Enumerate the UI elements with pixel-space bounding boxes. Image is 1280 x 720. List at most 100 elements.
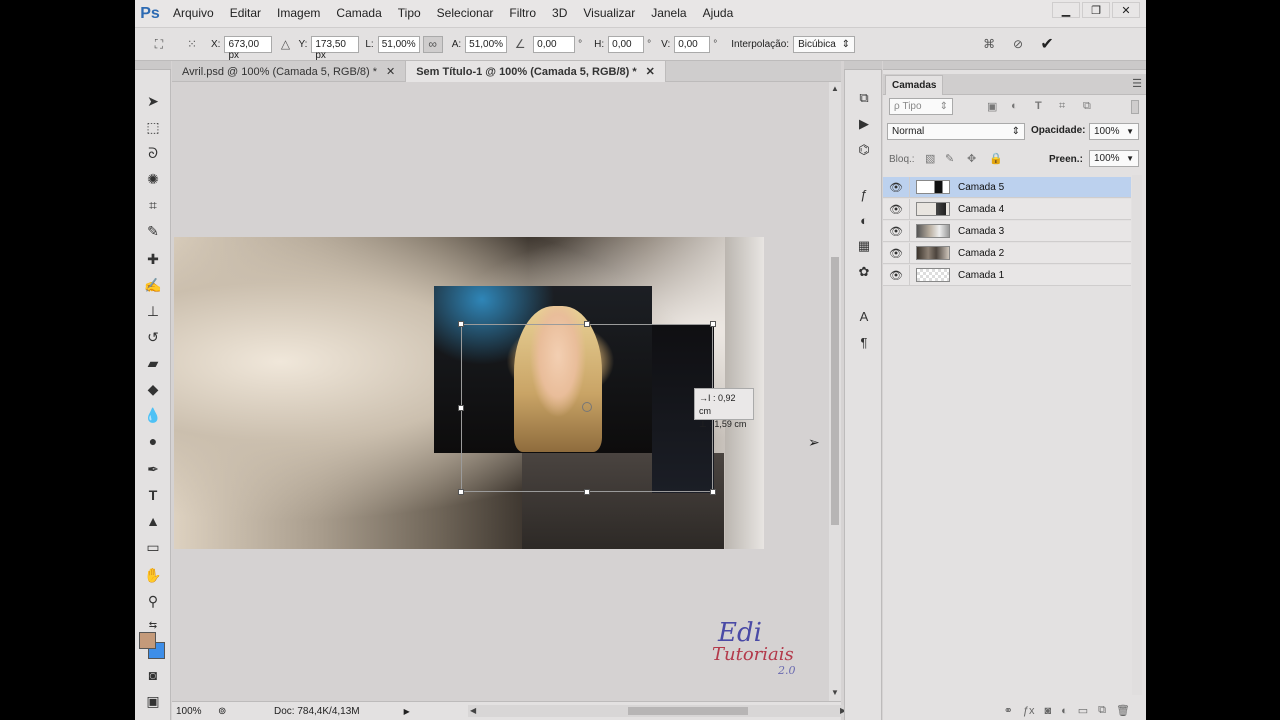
chevron-down-icon[interactable]: ▼ — [1126, 127, 1134, 136]
layer-row[interactable]: 👁 Camada 5 — [883, 176, 1131, 198]
layers-scrollbar[interactable] — [1132, 175, 1142, 695]
quick-select-tool-icon[interactable]: ✺ — [141, 168, 165, 190]
menu-selecionar[interactable]: Selecionar — [429, 0, 502, 27]
layer-name[interactable]: Camada 5 — [958, 182, 1004, 193]
menu-janela[interactable]: Janela — [643, 0, 694, 27]
hand-tool-icon[interactable]: ✋ — [141, 564, 165, 586]
eyedropper-tool-icon[interactable]: ✎ — [141, 220, 165, 242]
stamp-tool-icon[interactable]: ⊥ — [141, 300, 165, 322]
smart-filter-icon[interactable]: ⧉ — [1083, 100, 1091, 113]
lock-position-icon[interactable]: ✥ — [967, 152, 976, 165]
blend-mode-select[interactable]: Normal ⇕ — [887, 123, 1025, 140]
menu-filtro[interactable]: Filtro — [501, 0, 544, 27]
width-field[interactable]: 51,00% — [377, 35, 420, 53]
menu-ajuda[interactable]: Ajuda — [695, 0, 742, 27]
zoom-tool-icon[interactable]: ⚲ — [141, 590, 165, 612]
minimize-icon[interactable]: ▁ — [1052, 2, 1080, 18]
info-panel-icon[interactable]: ⌬ — [854, 140, 874, 160]
horizontal-scrollbar[interactable]: ◀ ▶ — [468, 705, 852, 717]
close-icon[interactable]: ✕ — [1112, 2, 1140, 18]
adjustments-panel-icon[interactable]: ◐ — [854, 210, 874, 230]
brush-tool-icon[interactable]: ✍ — [141, 274, 165, 296]
restore-icon[interactable]: ❐ — [1082, 2, 1110, 18]
scroll-up-icon[interactable]: ▲ — [831, 84, 839, 93]
lock-transparent-icon[interactable]: ▧ — [925, 152, 935, 165]
layer-name[interactable]: Camada 2 — [958, 248, 1004, 259]
menu-visualizar[interactable]: Visualizar — [575, 0, 643, 27]
y-field[interactable]: 173,50 px — [311, 35, 360, 61]
zoom-level[interactable]: 100% — [172, 706, 218, 717]
layer-row[interactable]: 👁 Camada 2 — [883, 242, 1131, 264]
scroll-left-icon[interactable]: ◀ — [470, 706, 476, 715]
menu-imagem[interactable]: Imagem — [269, 0, 328, 27]
cancel-transform-icon[interactable]: ⊘ — [1008, 34, 1028, 54]
transform-handle[interactable] — [458, 489, 464, 495]
menu-3d[interactable]: 3D — [544, 0, 575, 27]
height-field[interactable]: 51,00% — [465, 35, 508, 53]
character-panel-icon[interactable]: A — [854, 306, 874, 326]
visibility-eye-icon[interactable]: 👁 — [883, 247, 909, 260]
type-tool-icon[interactable]: T — [141, 484, 165, 506]
pen-tool-icon[interactable]: ✒ — [141, 458, 165, 480]
menu-tipo[interactable]: Tipo — [390, 0, 429, 27]
delete-layer-icon[interactable]: 🗑 — [1116, 704, 1130, 717]
adjustment-filter-icon[interactable]: ◐ — [1011, 100, 1018, 112]
history-panel-icon[interactable]: ⧉ — [854, 88, 874, 108]
healing-tool-icon[interactable]: ✚ — [141, 248, 165, 270]
add-mask-icon[interactable]: ◙ — [1044, 705, 1051, 717]
transform-handle[interactable] — [584, 489, 590, 495]
visibility-eye-icon[interactable]: 👁 — [883, 203, 909, 216]
move-tool-icon[interactable]: ➤ — [141, 90, 165, 112]
layer-row[interactable]: 👁 Camada 3 — [883, 220, 1131, 242]
paragraph-panel-icon[interactable]: ¶ — [854, 332, 874, 352]
transform-handle[interactable] — [710, 489, 716, 495]
blur-tool-icon[interactable]: 💧 — [141, 404, 165, 426]
opacity-field[interactable]: 100% ▼ — [1089, 123, 1139, 140]
delta-icon[interactable]: △ — [275, 34, 295, 54]
transform-handle[interactable] — [584, 321, 590, 327]
close-icon[interactable]: ✕ — [386, 65, 395, 78]
new-layer-icon[interactable]: ⧉ — [1098, 704, 1106, 717]
visibility-eye-icon[interactable]: 👁 — [883, 181, 909, 194]
swatches-panel-icon[interactable]: ✿ — [854, 262, 874, 282]
lock-all-icon[interactable]: 🔒 — [989, 152, 1003, 165]
actions-panel-icon[interactable]: ▶ — [854, 114, 874, 134]
menu-editar[interactable]: Editar — [222, 0, 269, 27]
menu-camada[interactable]: Camada — [328, 0, 389, 27]
tools-panel-header[interactable] — [135, 61, 171, 70]
status-menu-icon[interactable]: ⊚ — [218, 706, 242, 717]
adjustment-layer-icon[interactable]: ◐ — [1061, 705, 1068, 717]
scroll-thumb[interactable] — [628, 707, 748, 715]
visibility-eye-icon[interactable]: 👁 — [883, 269, 909, 282]
panel-menu-icon[interactable]: ☰ — [1132, 77, 1142, 90]
quick-mask-icon[interactable]: ◙ — [141, 664, 165, 686]
fill-field[interactable]: 100% ▼ — [1089, 150, 1139, 167]
v-skew-field[interactable]: 0,00 — [674, 35, 711, 53]
foreground-color-swatch[interactable] — [139, 632, 156, 649]
transform-handle[interactable] — [458, 321, 464, 327]
vertical-scrollbar[interactable]: ▲ ▼ — [829, 82, 841, 701]
layers-tab[interactable]: Camadas — [885, 75, 944, 95]
doc-info[interactable]: Doc: 784,4K/4,13M — [274, 706, 360, 717]
layer-name[interactable]: Camada 3 — [958, 226, 1004, 237]
new-group-icon[interactable]: ▭ — [1078, 704, 1088, 717]
interpolation-select[interactable]: Bicúbica ⇕ — [793, 35, 856, 53]
warp-icon[interactable]: ⌘ — [979, 34, 999, 54]
layer-row[interactable]: 👁 Camada 1 — [883, 264, 1131, 286]
path-select-tool-icon[interactable]: ▲ — [141, 510, 165, 532]
image-filter-icon[interactable]: ▣ — [987, 100, 997, 113]
link-layers-icon[interactable]: ⚭ — [1004, 704, 1013, 717]
shape-filter-icon[interactable]: ⌗ — [1059, 100, 1065, 113]
filter-select[interactable]: ρ Tipo ⇕ — [889, 98, 953, 115]
channels-panel-icon[interactable]: ▦ — [854, 236, 874, 256]
filter-toggle[interactable] — [1131, 100, 1139, 114]
transform-handle[interactable] — [458, 405, 464, 411]
link-icon[interactable]: ∞ — [422, 35, 443, 53]
status-arrow-icon[interactable]: ▶ — [404, 707, 410, 716]
bucket-tool-icon[interactable]: ◆ — [141, 378, 165, 400]
angle-field[interactable]: 0,00 — [533, 35, 576, 53]
h-skew-field[interactable]: 0,00 — [608, 35, 645, 53]
visibility-eye-icon[interactable]: 👁 — [883, 225, 909, 238]
history-brush-tool-icon[interactable]: ↺ — [141, 326, 165, 348]
transform-center-point[interactable] — [582, 402, 592, 412]
